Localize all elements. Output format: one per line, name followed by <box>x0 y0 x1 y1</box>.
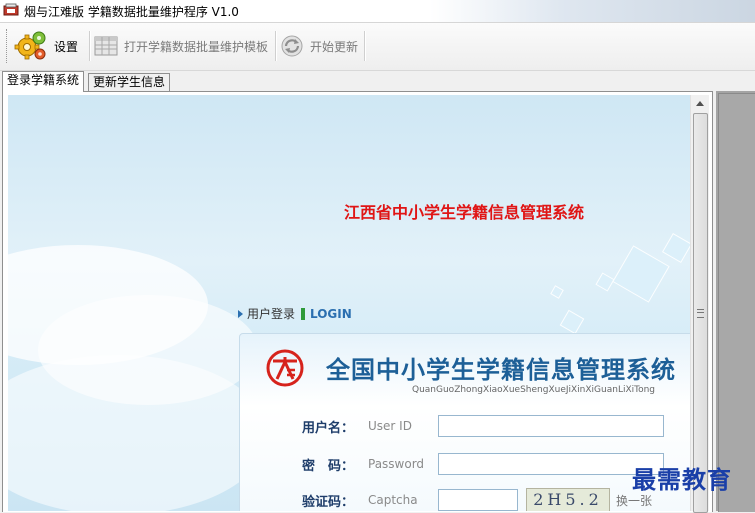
spreadsheet-icon <box>94 36 118 56</box>
tab-update-student-info[interactable]: 更新学生信息 <box>88 73 171 91</box>
password-hint: Password <box>368 457 425 471</box>
start-update-label: 开始更新 <box>310 39 359 54</box>
embedded-webpage[interactable]: 江西省中小学生学籍信息管理系统 用户登录 LOGIN 全国中小学生学籍信息管理系… <box>8 95 690 511</box>
open-template-button[interactable]: 打开学籍数据批量维护模板 <box>94 29 268 63</box>
tab-strip: 登录学籍系统 更新学生信息 <box>0 71 755 92</box>
captcha-hint: Captcha <box>368 493 418 507</box>
panel-title: 全国中小学生学籍信息管理系统 <box>326 356 676 384</box>
toolbar-separator <box>364 31 366 61</box>
captcha-label: 验证码： <box>302 494 355 510</box>
password-input[interactable] <box>438 453 664 475</box>
arrow-right-icon <box>238 309 243 318</box>
panel-pinyin: QuanGuoZhongXiaoXueShengXueJiXinXiGuanLi… <box>412 385 656 395</box>
login-header-bar <box>301 307 306 320</box>
login-header-en: LOGIN <box>310 306 352 321</box>
cube-decoration <box>550 285 564 299</box>
toolbar: 设置 打开学籍数据批量维护模板 开始更新 <box>0 23 755 71</box>
scrollbar-thumb[interactable] <box>693 113 708 513</box>
window-title: 烟与江难版 学籍数据批量维护程序 V1.0 <box>24 5 239 19</box>
side-panel <box>716 91 755 512</box>
toolbar-grip[interactable] <box>6 29 10 63</box>
login-header-cn: 用户登录 <box>247 307 296 321</box>
login-header: 用户登录 LOGIN <box>238 305 352 322</box>
toolbar-separator <box>275 31 277 61</box>
captcha-image[interactable]: 2H5.2 <box>526 488 610 511</box>
username-hint: User ID <box>368 419 412 433</box>
cube-decoration <box>612 245 670 303</box>
scrollbar-grip-icon <box>697 309 704 318</box>
settings-label: 设置 <box>54 39 79 54</box>
system-title: 江西省中小学生学籍信息管理系统 <box>344 203 585 222</box>
captcha-input[interactable] <box>438 489 518 511</box>
settings-button[interactable]: 设置 <box>14 29 78 63</box>
cube-decoration <box>595 272 615 292</box>
cube-decoration <box>559 309 585 335</box>
start-update-button[interactable]: 开始更新 <box>280 29 358 63</box>
webpage-scrollbar[interactable] <box>690 95 709 513</box>
gear-icon <box>14 31 46 60</box>
username-label: 用户名： <box>302 420 355 436</box>
username-row: 用户名： User ID <box>302 414 664 438</box>
refresh-icon <box>281 35 303 57</box>
app-icon <box>3 3 19 16</box>
side-panel-inner <box>718 93 755 512</box>
title-bar-background <box>430 0 755 22</box>
toolbar-separator <box>89 31 91 61</box>
scroll-up-icon[interactable] <box>691 95 709 112</box>
password-row: 密 码： Password <box>302 452 664 476</box>
password-label: 密 码： <box>302 458 355 474</box>
tab-login-system[interactable]: 登录学籍系统 <box>2 71 85 92</box>
username-input[interactable] <box>438 415 664 437</box>
login-panel: 全国中小学生学籍信息管理系统 QuanGuoZhongXiaoXueShengX… <box>239 333 690 511</box>
cube-decoration <box>661 232 690 264</box>
watermark: 最需教育 <box>632 465 732 494</box>
education-emblem-icon <box>266 349 304 387</box>
open-template-label: 打开学籍数据批量维护模板 <box>124 39 269 54</box>
captcha-row: 验证码： Captcha 2H5.2 换一张 <box>302 488 652 511</box>
title-bar: 烟与江难版 学籍数据批量维护程序 V1.0 <box>0 0 755 23</box>
